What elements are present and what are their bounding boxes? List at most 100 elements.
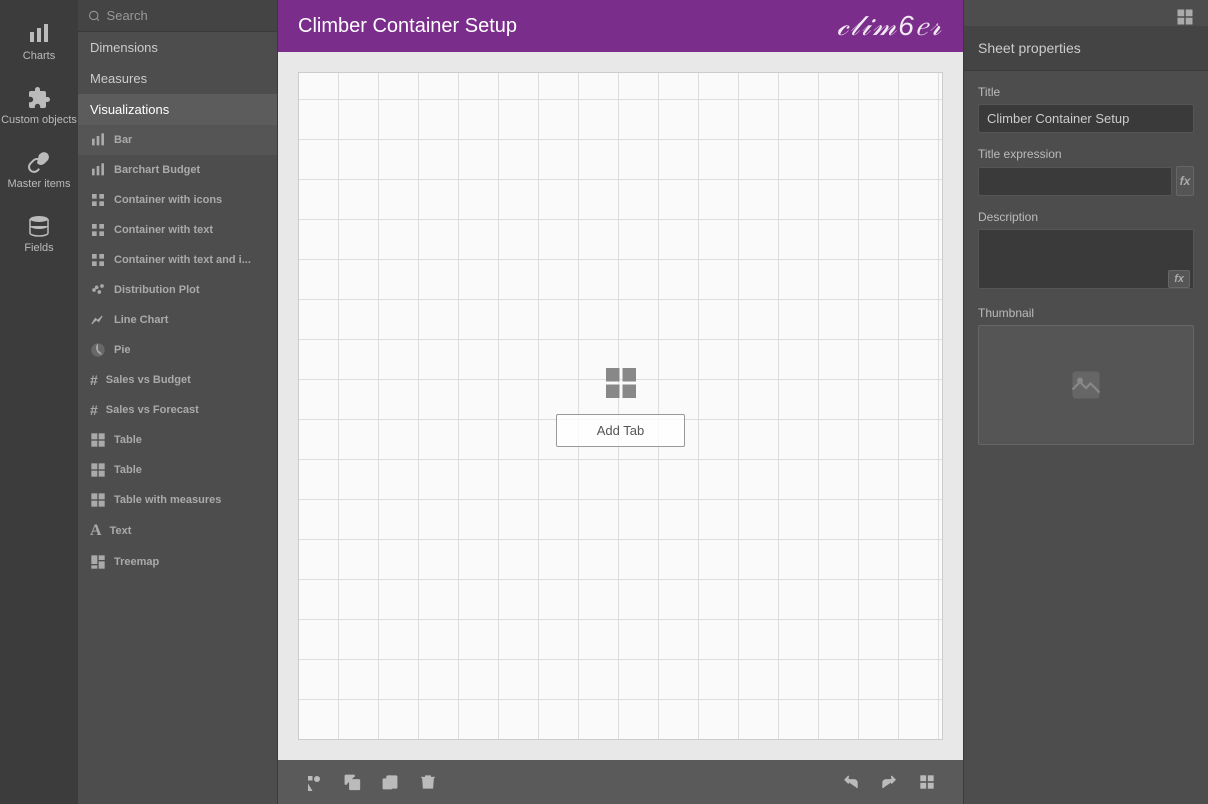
title-expression-row: fx (978, 166, 1194, 196)
list-item-bar[interactable]: Bar (78, 125, 277, 155)
thumbnail-group: Thumbnail (978, 306, 1194, 445)
linechart-icon (90, 312, 106, 328)
list-item-container-text-and[interactable]: Container with text and i... (78, 245, 277, 275)
grid-icon-5 (90, 462, 106, 478)
sidebar-item-custom-objects-label: Custom objects (1, 114, 77, 126)
expand-icon (918, 773, 936, 791)
main-content: Climber Container Setup 𝒸𝓁𝒾𝓂6𝑒𝓇 Add Tab (278, 0, 963, 804)
list-item-container-icons-label: Container with icons (114, 194, 222, 206)
sidebar-item-fields[interactable]: Fields (0, 202, 78, 266)
add-tab-container: Add Tab (556, 365, 685, 447)
bottom-toolbar (278, 760, 963, 804)
list-item-pie[interactable]: Pie (78, 335, 277, 365)
trash-icon (419, 773, 437, 791)
list-item-container-text-label: Container with text (114, 224, 213, 236)
text-a-icon: A (90, 522, 102, 540)
add-tab-button[interactable]: Add Tab (556, 414, 685, 447)
search-icon (88, 9, 101, 23)
list-item-text-label: Text (110, 525, 132, 537)
paste-icon (381, 773, 399, 791)
list-item-barchart-budget[interactable]: Barchart Budget (78, 155, 277, 185)
list-item-barchart-budget-label: Barchart Budget (114, 164, 200, 176)
list-item-table2[interactable]: Table (78, 455, 277, 485)
list-item-table2-label: Table (114, 464, 142, 476)
search-bar[interactable] (78, 0, 277, 32)
description-textarea[interactable] (978, 229, 1194, 289)
treemap-icon (90, 554, 106, 570)
shapes-button[interactable] (298, 766, 330, 798)
barchart-icon (90, 132, 106, 148)
description-textarea-container: fx (978, 229, 1194, 292)
list-item-distribution-plot-label: Distribution Plot (114, 284, 200, 296)
distribution-icon (90, 282, 106, 298)
search-input[interactable] (107, 8, 267, 23)
thumbnail-area[interactable] (978, 325, 1194, 445)
expand-button[interactable] (911, 766, 943, 798)
puzzle-icon (27, 86, 51, 110)
list-item-text[interactable]: A Text (78, 515, 277, 547)
right-panel-title: Sheet properties (978, 40, 1081, 56)
section-measures[interactable]: Measures (78, 63, 277, 94)
sheet-properties-icon (1176, 8, 1194, 26)
redo-icon (880, 773, 898, 791)
list-item-bar-label: Bar (114, 134, 132, 146)
title-expression-fx-button[interactable]: fx (1176, 166, 1194, 196)
delete-button[interactable] (412, 766, 444, 798)
section-dimensions[interactable]: Dimensions (78, 32, 277, 63)
list-item-treemap[interactable]: Treemap (78, 547, 277, 577)
pie-icon (90, 342, 106, 358)
list-item-sales-vs-budget-label: Sales vs Budget (106, 374, 191, 386)
list-item-distribution-plot[interactable]: Distribution Plot (78, 275, 277, 305)
sidebar-item-custom-objects[interactable]: Custom objects (0, 74, 78, 138)
title-group: Title (978, 85, 1194, 133)
paste-button[interactable] (374, 766, 406, 798)
thumbnail-label: Thumbnail (978, 306, 1194, 320)
redo-button[interactable] (873, 766, 905, 798)
right-panel-header: Sheet properties (964, 26, 1208, 71)
sidebar-item-fields-label: Fields (24, 242, 53, 254)
right-panel: Sheet properties Title Title expression … (963, 0, 1208, 804)
title-label: Title (978, 85, 1194, 99)
visualization-list: Bar Barchart Budget Container with icons… (78, 125, 277, 804)
hash-icon-2: # (90, 402, 98, 418)
right-panel-icon-area (964, 0, 1208, 26)
sidebar-item-charts[interactable]: Charts (0, 10, 78, 74)
list-item-table-measures[interactable]: Table with measures (78, 485, 277, 515)
section-visualizations[interactable]: Visualizations (78, 94, 277, 125)
title-expression-input[interactable] (978, 167, 1172, 196)
description-fx-button[interactable]: fx (1168, 270, 1190, 288)
list-item-line-chart[interactable]: Line Chart (78, 305, 277, 335)
main-header-title: Climber Container Setup (298, 15, 517, 38)
sidebar-item-master-items[interactable]: Master items (0, 138, 78, 202)
sidebar-item-master-items-label: Master items (8, 178, 71, 190)
list-item-sales-vs-budget[interactable]: # Sales vs Budget (78, 365, 277, 395)
toolbar-right-group (835, 766, 943, 798)
thumbnail-placeholder-icon (1068, 367, 1104, 403)
list-item-container-text[interactable]: Container with text (78, 215, 277, 245)
copy-icon (343, 773, 361, 791)
copy-button[interactable] (336, 766, 368, 798)
list-item-line-chart-label: Line Chart (114, 314, 168, 326)
climber-logo: 𝒸𝓁𝒾𝓂6𝑒𝓇 (837, 10, 943, 43)
description-label: Description (978, 210, 1194, 224)
title-input[interactable] (978, 104, 1194, 133)
title-expression-group: Title expression fx (978, 147, 1194, 196)
undo-icon (842, 773, 860, 791)
list-item-table1[interactable]: Table (78, 425, 277, 455)
grid-icon-4 (90, 432, 106, 448)
barchart-budget-icon (90, 162, 106, 178)
title-expression-label: Title expression (978, 147, 1194, 161)
link-icon (27, 150, 51, 174)
shapes-icon (305, 773, 323, 791)
list-item-sales-vs-forecast-label: Sales vs Forecast (106, 404, 199, 416)
toolbar-left-group (298, 766, 444, 798)
list-item-table1-label: Table (114, 434, 142, 446)
list-item-container-icons[interactable]: Container with icons (78, 185, 277, 215)
list-item-sales-vs-forecast[interactable]: # Sales vs Forecast (78, 395, 277, 425)
grid-icon-6 (90, 492, 106, 508)
undo-button[interactable] (835, 766, 867, 798)
list-item-container-text-and-label: Container with text and i... (114, 254, 251, 266)
hash-icon-1: # (90, 372, 98, 388)
list-item-pie-label: Pie (114, 344, 131, 356)
canvas-area: Add Tab (298, 72, 943, 740)
